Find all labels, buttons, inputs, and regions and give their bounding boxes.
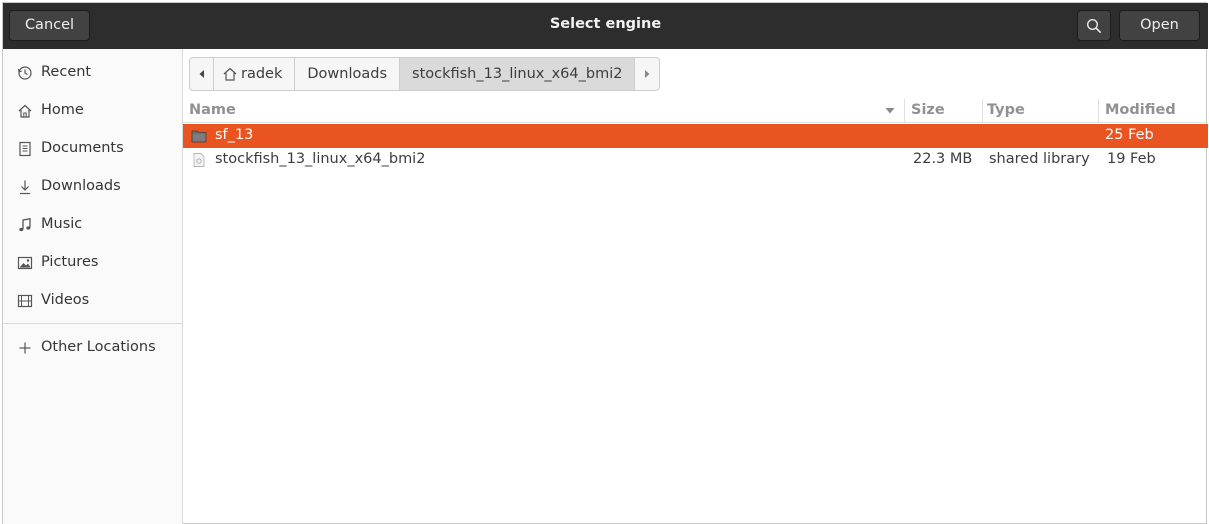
sidebar-item-label: Recent [41, 64, 92, 80]
sort-descending-icon[interactable] [885, 107, 895, 115]
document-icon [19, 141, 31, 157]
header-bar: Cancel Select engine Open [3, 3, 1208, 49]
path-scroll-right-button[interactable] [635, 58, 659, 90]
column-divider [982, 99, 983, 123]
sidebar-item-other-locations[interactable]: Other Locations [3, 329, 182, 367]
download-icon [20, 180, 30, 195]
picture-icon [17, 256, 33, 270]
film-icon [17, 294, 33, 308]
column-header-type[interactable]: Type [987, 102, 1025, 118]
search-button[interactable] [1077, 10, 1111, 41]
path-segment-downloads[interactable]: Downloads [295, 58, 401, 90]
search-icon [1086, 18, 1101, 33]
sidebar-item-label: Other Locations [41, 339, 156, 355]
file-modified: 25 Feb [1105, 127, 1154, 143]
sidebar-item-pictures[interactable]: Pictures [3, 244, 182, 282]
sidebar-item-downloads[interactable]: Downloads [3, 168, 182, 206]
file-name: sf_13 [215, 127, 254, 143]
sidebar-item-label: Pictures [41, 254, 99, 270]
sidebar-item-label: Music [41, 216, 83, 232]
file-size: 22.3 MB [913, 151, 973, 167]
sidebar-item-videos[interactable]: Videos [3, 282, 182, 320]
path-scroll-left-button[interactable] [190, 58, 214, 90]
path-segment-home[interactable]: radek [214, 58, 296, 90]
sidebar-separator [3, 323, 182, 324]
home-icon [223, 67, 237, 81]
sidebar-item-label: Videos [41, 292, 90, 308]
places-sidebar: Recent Home Documents Downloads Music Pi… [3, 49, 183, 524]
sidebar-item-documents[interactable]: Documents [3, 130, 182, 168]
file-modified: 19 Feb [1107, 151, 1156, 167]
column-divider [1098, 99, 1099, 123]
column-header-modified[interactable]: Modified [1105, 102, 1176, 118]
sidebar-item-home[interactable]: Home [3, 92, 182, 130]
column-header-name[interactable]: Name [189, 102, 236, 118]
column-header-size[interactable]: Size [911, 102, 945, 118]
file-type: shared library [989, 151, 1090, 167]
music-note-icon [19, 218, 31, 232]
path-segment-label: Downloads [307, 66, 388, 82]
column-divider [904, 99, 905, 123]
file-row[interactable]: stockfish_13_linux_x64_bmi2 22.3 MB shar… [183, 148, 1208, 172]
sidebar-item-music[interactable]: Music [3, 206, 182, 244]
sidebar-item-label: Home [41, 102, 84, 118]
file-row[interactable]: sf_13 25 Feb [183, 124, 1208, 148]
dialog-title: Select engine [549, 16, 662, 32]
file-icon [193, 153, 205, 167]
path-segment-label: radek [241, 66, 283, 82]
clock-icon [17, 66, 32, 80]
path-segment-label: stockfish_13_linux_x64_bmi2 [412, 66, 623, 82]
home-icon [18, 104, 32, 118]
file-name: stockfish_13_linux_x64_bmi2 [215, 151, 426, 167]
column-header-row: Name Size Type Modified [183, 99, 1208, 123]
sidebar-item-label: Downloads [41, 178, 121, 194]
sidebar-item-label: Documents [41, 140, 124, 156]
plus-icon [19, 342, 31, 354]
file-browser: radek Downloads stockfish_13_linux_x64_b… [183, 49, 1208, 524]
path-bar: radek Downloads stockfish_13_linux_x64_b… [189, 57, 661, 91]
arrow-left-icon [199, 70, 204, 78]
sidebar-item-recent[interactable]: Recent [3, 54, 182, 92]
folder-icon [191, 130, 207, 143]
open-button[interactable]: Open [1119, 10, 1200, 41]
file-chooser-dialog: Cancel Select engine Open Recent Home Do… [2, 2, 1208, 524]
path-segment-current[interactable]: stockfish_13_linux_x64_bmi2 [400, 58, 636, 90]
arrow-right-icon [645, 70, 650, 78]
